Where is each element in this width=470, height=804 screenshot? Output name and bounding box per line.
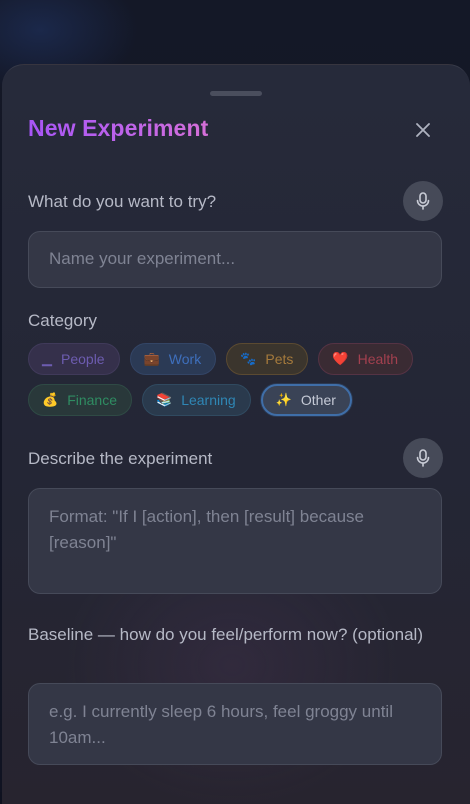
description-label: Describe the experiment	[28, 449, 213, 468]
heart-icon: ❤️	[332, 351, 349, 366]
description-placeholder: Format: "If I [action], then [result] be…	[49, 507, 365, 552]
baseline-placeholder: e.g. I currently sleep 6 hours, feel gro…	[49, 702, 393, 747]
close-button[interactable]	[410, 117, 436, 143]
category-chips: ▁ People 💼 Work 🐾 Pets ❤️ Health 💰 Finan…	[28, 343, 448, 425]
new-experiment-sheet: New Experiment What do you want to try? …	[2, 64, 470, 804]
experiment-name-placeholder: Name your experiment...	[49, 249, 236, 268]
description-textarea[interactable]: Format: "If I [action], then [result] be…	[28, 488, 442, 594]
category-chip-label: Work	[168, 351, 202, 367]
category-chip-label: Other	[300, 392, 336, 408]
category-chip-pets[interactable]: 🐾 Pets	[226, 343, 309, 375]
close-icon	[416, 123, 430, 137]
category-chip-other[interactable]: ✨ Other	[260, 384, 352, 416]
books-icon: 📚	[156, 392, 173, 407]
money-bag-icon: 💰	[42, 392, 59, 407]
microphone-icon	[416, 192, 430, 210]
category-chip-label: Learning	[181, 392, 236, 408]
sheet-title: New Experiment	[28, 115, 209, 141]
baseline-textarea[interactable]: e.g. I currently sleep 6 hours, feel gro…	[28, 683, 442, 765]
briefcase-icon: 💼	[143, 351, 160, 366]
paw-icon: 🐾	[240, 351, 257, 366]
category-chip-learning[interactable]: 📚 Learning	[142, 384, 251, 416]
category-chip-row: ▁ People 💼 Work 🐾 Pets ❤️ Health	[28, 343, 448, 375]
drag-handle[interactable]	[210, 91, 262, 96]
category-chip-label: Health	[357, 351, 399, 367]
experiment-name-input[interactable]: Name your experiment...	[28, 231, 442, 288]
category-label: Category	[28, 311, 97, 330]
people-icon: ▁	[42, 351, 52, 366]
category-chip-label: Finance	[67, 392, 117, 408]
description-mic-button[interactable]	[403, 438, 443, 478]
category-chip-row: 💰 Finance 📚 Learning ✨ Other	[28, 384, 448, 416]
category-chip-finance[interactable]: 💰 Finance	[28, 384, 132, 416]
category-chip-people[interactable]: ▁ People	[28, 343, 120, 375]
experiment-name-mic-button[interactable]	[403, 181, 443, 221]
experiment-name-label: What do you want to try?	[28, 192, 217, 211]
category-chip-health[interactable]: ❤️ Health	[318, 343, 414, 375]
baseline-label: Baseline — how do you feel/perform now? …	[28, 625, 423, 644]
category-chip-label: People	[61, 351, 105, 367]
category-chip-label: Pets	[265, 351, 294, 367]
category-chip-work[interactable]: 💼 Work	[129, 343, 217, 375]
microphone-icon	[416, 449, 430, 467]
sparkles-icon: ✨	[275, 392, 292, 407]
